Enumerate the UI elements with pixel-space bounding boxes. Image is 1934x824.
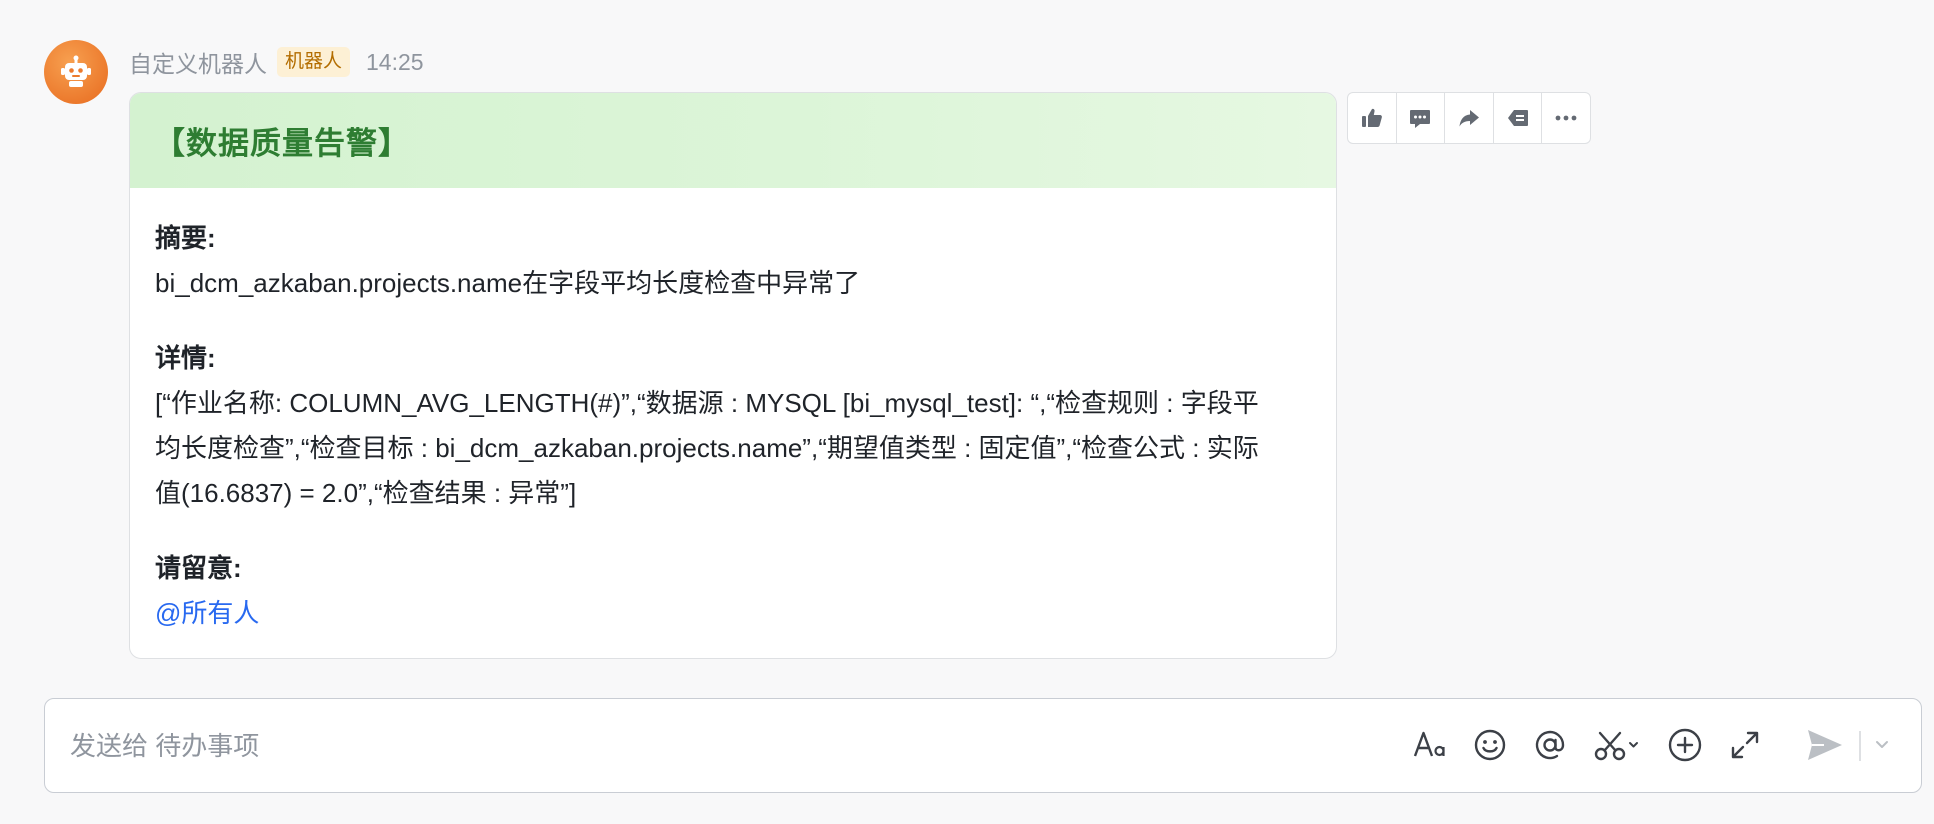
robot-icon: [61, 55, 91, 87]
message-header: 自定义机器人 机器人 14:25: [129, 46, 424, 78]
details-section: 详情: [“作业名称: COLUMN_AVG_LENGTH(#)”,“数据源 :…: [155, 336, 1310, 516]
mention-icon: [1535, 730, 1565, 760]
chat-page: 自定义机器人 机器人 14:25 【数据质量告警】 摘要: bi_dcm_azk…: [0, 0, 1934, 824]
emoji-icon: [1474, 729, 1506, 761]
details-text: [“作业名称: COLUMN_AVG_LENGTH(#)”,“数据源 : MYS…: [155, 388, 1259, 508]
screenshot-icon: [1594, 731, 1638, 761]
summary-text: bi_dcm_azkaban.projects.name在字段平均长度检查中异常…: [155, 268, 861, 298]
reply-icon: [1507, 110, 1528, 126]
emoji-button[interactable]: [1470, 725, 1510, 765]
sender-name[interactable]: 自定义机器人: [129, 45, 267, 79]
summary-label: 摘要:: [155, 223, 216, 253]
send-divider: [1859, 731, 1861, 761]
message-input[interactable]: [70, 726, 1070, 766]
add-button[interactable]: [1665, 725, 1705, 765]
screenshot-button[interactable]: [1590, 725, 1646, 765]
message-time: 14:25: [366, 48, 424, 75]
details-label: 详情:: [155, 343, 216, 373]
notice-label: 请留意:: [155, 553, 242, 583]
message-card: 【数据质量告警】 摘要: bi_dcm_azkaban.projects.nam…: [129, 92, 1337, 659]
send-options-chevron-icon: [1876, 741, 1888, 748]
forward-icon: [1459, 110, 1479, 127]
more-button[interactable]: [1542, 93, 1590, 143]
card-header: 【数据质量告警】: [130, 93, 1336, 188]
card-title: 【数据质量告警】: [154, 126, 410, 161]
more-icon: [1555, 115, 1577, 121]
send-icon: [1808, 730, 1842, 760]
add-icon: [1668, 728, 1702, 762]
mention-all-link[interactable]: @所有人: [155, 598, 259, 628]
expand-icon: [1731, 731, 1759, 759]
bot-avatar[interactable]: [44, 40, 108, 104]
notice-section: 请留意: @所有人: [155, 546, 1310, 636]
font-format-button[interactable]: [1410, 725, 1450, 765]
comment-icon: [1410, 110, 1431, 128]
card-body: 摘要: bi_dcm_azkaban.projects.name在字段平均长度检…: [130, 188, 1336, 636]
mention-button[interactable]: [1530, 725, 1570, 765]
comment-button[interactable]: [1397, 93, 1446, 143]
summary-section: 摘要: bi_dcm_azkaban.projects.name在字段平均长度检…: [155, 216, 1310, 306]
message-actions: [1347, 92, 1591, 144]
reply-button[interactable]: [1494, 93, 1543, 143]
thumbs-up-icon: [1361, 108, 1382, 127]
forward-button[interactable]: [1445, 93, 1494, 143]
bot-badge: 机器人: [277, 47, 351, 77]
message-composer: [44, 698, 1922, 793]
send-options-button[interactable]: [1867, 725, 1897, 765]
send-button[interactable]: [1805, 725, 1845, 765]
font-format-icon: [1413, 731, 1445, 757]
like-button[interactable]: [1348, 93, 1397, 143]
expand-button[interactable]: [1725, 725, 1765, 765]
